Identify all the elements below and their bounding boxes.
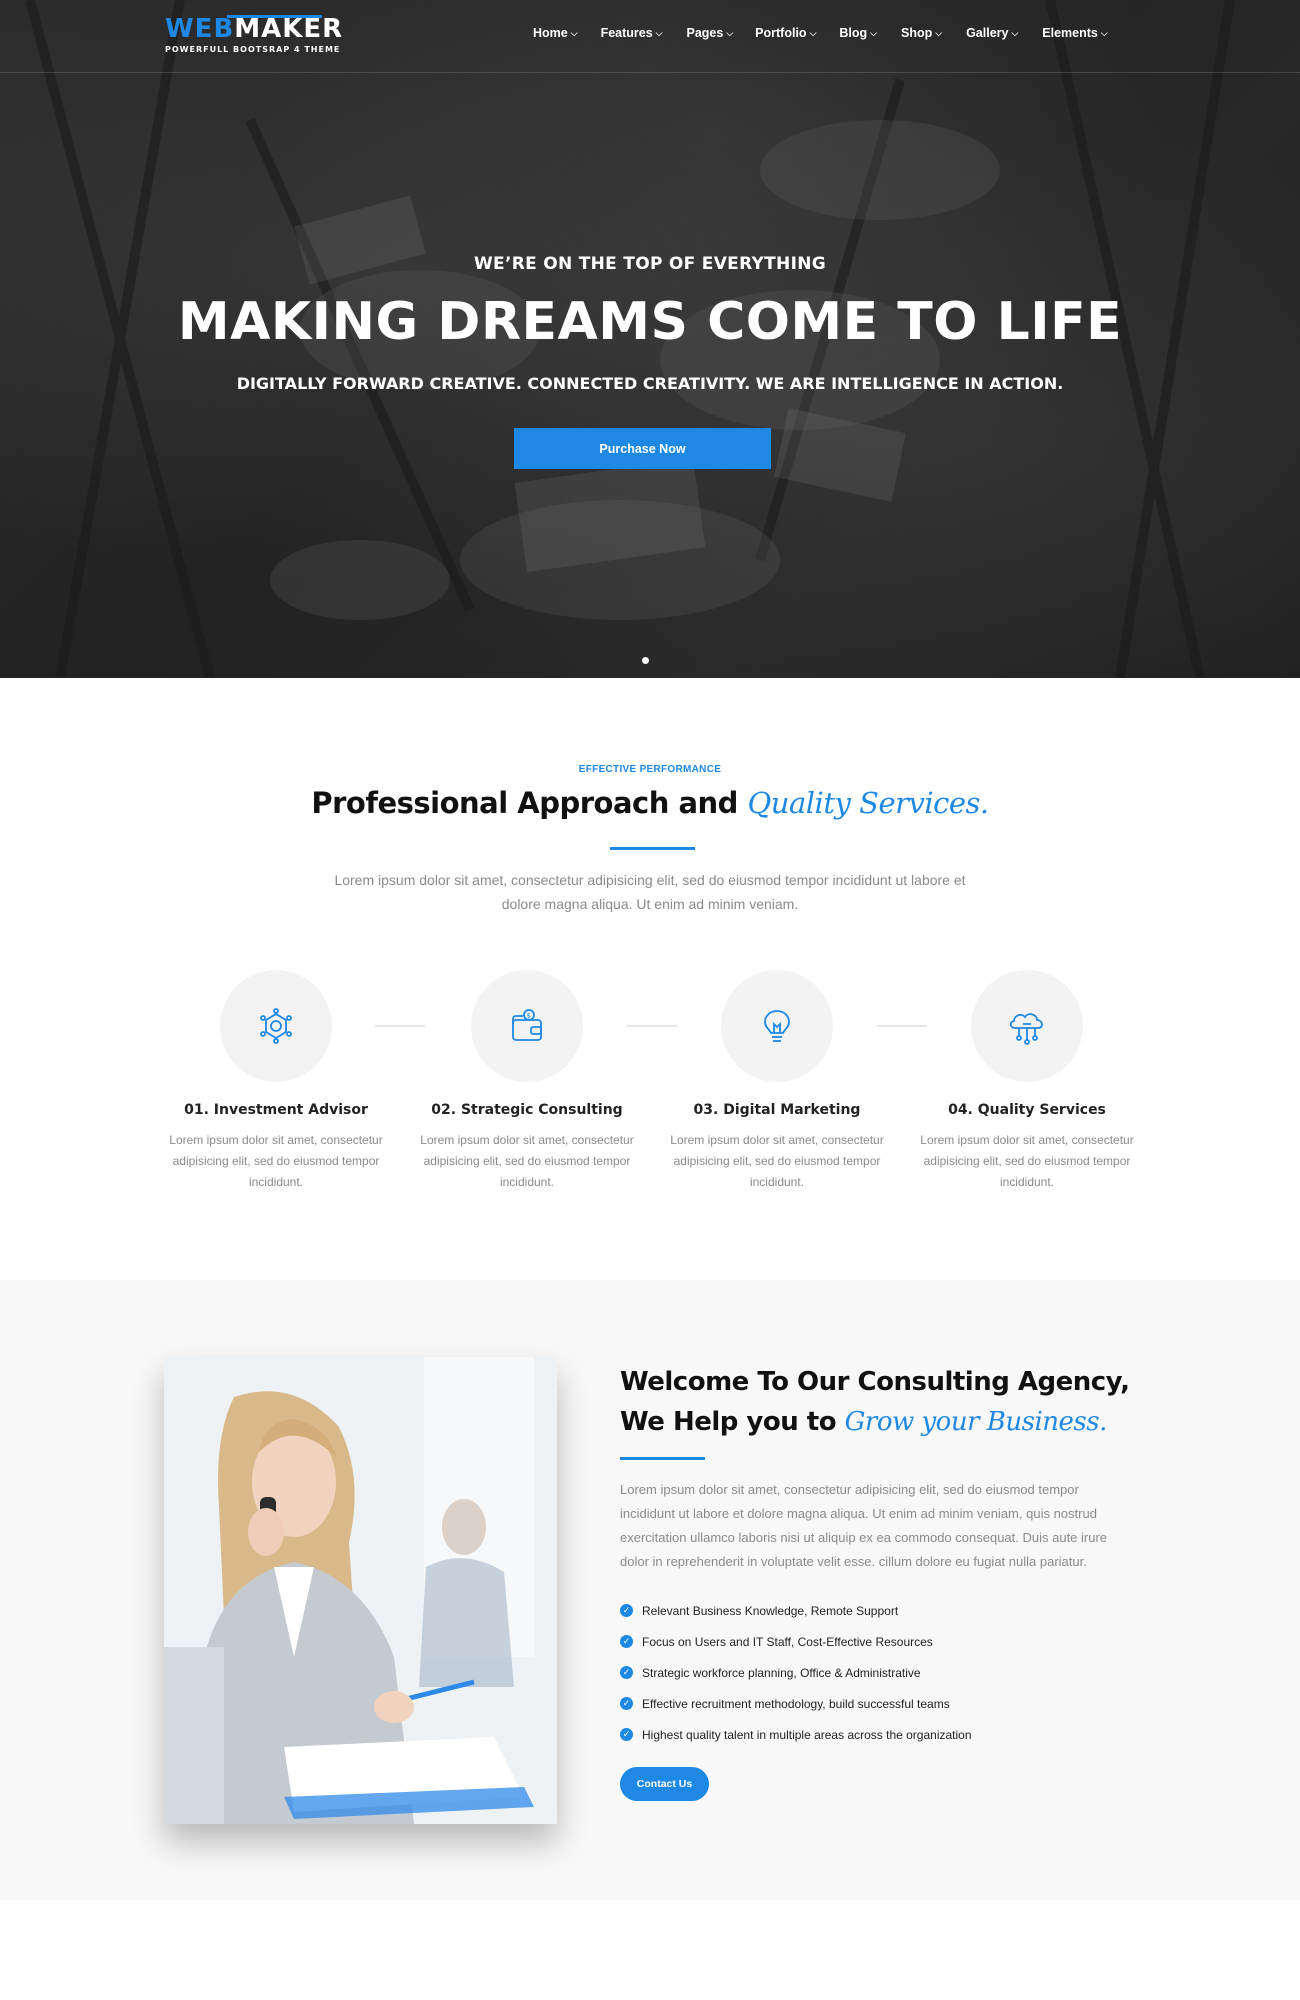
nav-item-label: Features xyxy=(600,26,653,40)
nav-item-shop[interactable]: Shop ⌵ xyxy=(901,26,942,40)
services-kicker: EFFECTIVE PERFORMANCE xyxy=(578,764,722,775)
nav-item-blog[interactable]: Blog ⌵ xyxy=(839,26,877,40)
nav-item-label: Portfolio xyxy=(755,26,807,40)
nav-item-home[interactable]: Home ⌵ xyxy=(533,26,578,40)
logo-accent-bar xyxy=(227,15,322,18)
service-title: 02. Strategic Consulting xyxy=(431,1102,623,1118)
service-icon-circle xyxy=(220,970,332,1082)
service-text: Lorem ipsum dolor sit amet, consectetur … xyxy=(920,1133,1134,1189)
nav-item-label: Gallery xyxy=(966,26,1009,40)
checklist-item: ✓ Effective recruitment methodology, buil… xyxy=(620,1688,972,1719)
nav-item-label: Home xyxy=(533,26,568,40)
main-nav: Home ⌵ Features ⌵ Pages ⌵ Portfolio ⌵ Blog ⌵ … xyxy=(533,26,1108,40)
service-title: 01. Investment Advisor xyxy=(184,1102,368,1118)
consultant-photo xyxy=(164,1357,557,1824)
service-card: 03. Digital Marketing Lorem ipsum dolor … xyxy=(667,970,887,1193)
hero-content: WE’RE ON THE TOP OF EVERYTHING MAKING DR… xyxy=(0,254,1300,393)
about-title-accent: Grow your Business. xyxy=(844,1407,1108,1437)
checklist-item: ✓ Highest quality talent in multiple area… xyxy=(620,1719,972,1750)
nav-item-label: Elements xyxy=(1042,26,1098,40)
checklist-text: Strategic workforce planning, Office & A… xyxy=(642,1665,921,1680)
chevron-down-icon: ⌵ xyxy=(870,27,877,38)
service-icon-circle xyxy=(971,970,1083,1082)
service-card: $ 02. Strategic Consulting Lorem ipsum d… xyxy=(417,970,637,1193)
services-title-plain: Professional Approach and xyxy=(311,786,748,820)
nav-item-elements[interactable]: Elements ⌵ xyxy=(1042,26,1107,40)
nav-item-label: Pages xyxy=(686,26,724,40)
services-title: Professional Approach and Quality Servic… xyxy=(0,786,1300,820)
feature-checklist: ✓ Relevant Business Knowledge, Remote Sup… xyxy=(620,1595,972,1750)
service-icon-circle: $ xyxy=(471,970,583,1082)
hero-kicker: WE’RE ON THE TOP OF EVERYTHING xyxy=(474,254,826,274)
logo-wordmark: WEBMAKER xyxy=(165,14,343,44)
services-description: Lorem ipsum dolor sit amet, consectetur … xyxy=(334,872,966,912)
gear-icon xyxy=(260,1008,292,1044)
nav-item-features[interactable]: Features ⌵ xyxy=(601,26,663,40)
checklist-text: Relevant Business Knowledge, Remote Supp… xyxy=(642,1603,899,1618)
chevron-down-icon: ⌵ xyxy=(655,27,663,38)
nav-item-portfolio[interactable]: Portfolio ⌵ xyxy=(755,26,816,40)
checklist-item: ✓ Relevant Business Knowledge, Remote Sup… xyxy=(620,1595,972,1626)
nav-item-pages[interactable]: Pages ⌵ xyxy=(687,26,734,40)
checklist-item: ✓ Strategic workforce planning, Office & … xyxy=(620,1657,972,1688)
service-card: 04. Quality Services Lorem ipsum dolor s… xyxy=(917,970,1137,1193)
chevron-down-icon: ⌵ xyxy=(935,27,943,38)
chevron-down-icon: ⌵ xyxy=(726,27,734,38)
chevron-down-icon: ⌵ xyxy=(1011,27,1019,38)
service-title: 03. Digital Marketing xyxy=(693,1102,861,1118)
woman-on-phone-image xyxy=(164,1357,557,1824)
service-icon-circle xyxy=(721,970,833,1082)
top-navbar: WEBMAKER POWERFULL BOOTSRAP 4 THEME Home… xyxy=(0,0,1300,73)
purchase-now-button[interactable]: Purchase Now xyxy=(514,428,771,469)
contact-us-button[interactable]: Contact Us xyxy=(620,1767,709,1801)
chevron-down-icon: ⌵ xyxy=(570,27,578,38)
hero-section: WEBMAKER POWERFULL BOOTSRAP 4 THEME Home… xyxy=(0,0,1300,678)
section-divider xyxy=(610,847,695,850)
services-title-accent: Quality Services. xyxy=(747,786,990,820)
checklist-text: Highest quality talent in multiple areas… xyxy=(642,1727,972,1742)
nav-item-label: Shop xyxy=(901,26,933,40)
about-title: Welcome To Our Consulting Agency, We Hel… xyxy=(620,1362,1160,1442)
service-title: 04. Quality Services xyxy=(948,1102,1106,1118)
logo-word-web: WEB xyxy=(165,14,235,44)
nav-item-label: Blog xyxy=(839,26,868,40)
about-divider xyxy=(620,1457,705,1460)
check-circle-icon: ✓ xyxy=(620,1697,633,1710)
service-card: 01. Investment Advisor Lorem ipsum dolor… xyxy=(166,970,386,1193)
hero-title: MAKING DREAMS COME TO LIFE xyxy=(177,292,1123,352)
chevron-down-icon: ⌵ xyxy=(1100,27,1108,38)
nav-item-gallery[interactable]: Gallery ⌵ xyxy=(966,26,1018,40)
about-description: Lorem ipsum dolor sit amet, consectetur … xyxy=(620,1482,1108,1569)
check-circle-icon: ✓ xyxy=(620,1728,633,1741)
lightbulb-icon xyxy=(764,1010,790,1042)
logo-tagline: POWERFULL BOOTSRAP 4 THEME xyxy=(165,45,341,54)
cloud-network-icon xyxy=(1009,1013,1043,1045)
logo[interactable]: WEBMAKER POWERFULL BOOTSRAP 4 THEME xyxy=(165,14,343,54)
svg-text:$: $ xyxy=(527,1012,531,1020)
checklist-item: ✓ Focus on Users and IT Staff, Cost-Effec… xyxy=(620,1626,972,1657)
checklist-text: Focus on Users and IT Staff, Cost-Effect… xyxy=(642,1634,933,1649)
service-text: Lorem ipsum dolor sit amet, consectetur … xyxy=(420,1133,634,1189)
chevron-down-icon: ⌵ xyxy=(809,27,817,38)
check-circle-icon: ✓ xyxy=(620,1635,633,1648)
hero-subtitle: DIGITALLY FORWARD CREATIVE. CONNECTED CR… xyxy=(236,374,1064,393)
service-text: Lorem ipsum dolor sit amet, consectetur … xyxy=(670,1133,884,1189)
check-circle-icon: ✓ xyxy=(620,1666,633,1679)
check-circle-icon: ✓ xyxy=(620,1604,633,1617)
service-text: Lorem ipsum dolor sit amet, consectetur … xyxy=(169,1133,383,1189)
slider-dot-active[interactable] xyxy=(642,657,649,664)
logo-word-maker: MAKER xyxy=(234,14,344,44)
checklist-text: Effective recruitment methodology, build… xyxy=(642,1696,950,1711)
wallet-icon: $ xyxy=(512,1009,542,1041)
